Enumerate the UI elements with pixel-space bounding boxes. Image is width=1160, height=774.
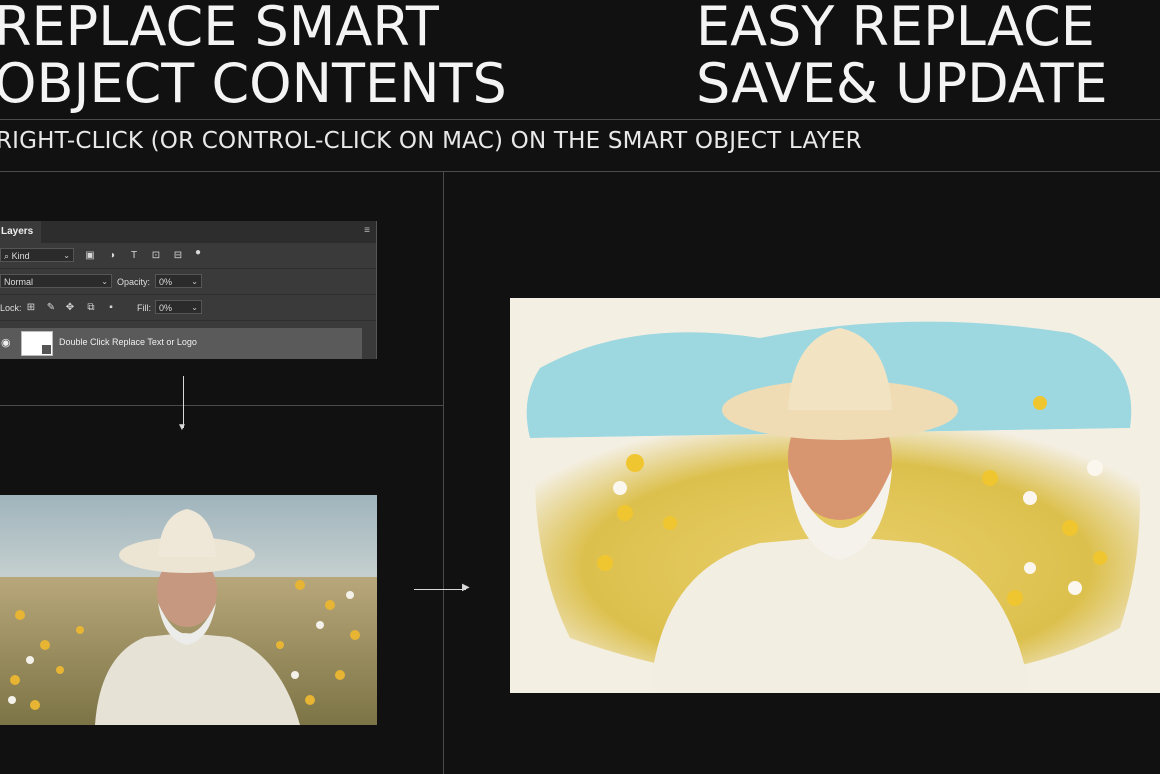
filter-row: ⌕ Kind ⌄ ▣ ◑ T ⊡ ⊟ ●	[0, 243, 376, 269]
top-divider	[0, 119, 1160, 120]
blend-mode-select[interactable]: Normal ⌄	[0, 274, 112, 288]
fill-input[interactable]: 0% ⌄	[155, 300, 202, 314]
lock-paint-icon[interactable]: ✎	[44, 301, 58, 315]
eye-icon[interactable]: ◉	[1, 336, 11, 349]
headline-right-line-1: EASY REPLACE	[696, 0, 1095, 58]
chevron-down-icon: ⌄	[101, 277, 108, 286]
lock-row: Lock: ⊞ ✎ ✥ ⧉ ▪ Fill: 0% ⌄	[0, 295, 376, 321]
opacity-input[interactable]: 0% ⌄	[155, 274, 202, 288]
arrow-right-line	[414, 589, 466, 590]
smart-object-filter-icon[interactable]: ⊟	[171, 249, 185, 263]
blend-row: Normal ⌄ Opacity: 0% ⌄	[0, 269, 376, 295]
headline-left-line-1: REPLACE SMART	[0, 0, 439, 58]
opacity-value: 0%	[159, 277, 173, 287]
kind-filter-value: Kind	[11, 251, 30, 261]
lock-transparent-icon[interactable]: ⊞	[24, 301, 38, 315]
fill-label: Fill:	[137, 303, 151, 313]
arrow-down-line	[183, 376, 184, 428]
chevron-down-icon: ⌄	[191, 277, 198, 286]
lock-all-icon[interactable]: ▪	[104, 301, 118, 315]
lock-position-icon[interactable]: ✥	[63, 301, 77, 315]
arrow-down-icon: ▼	[177, 422, 187, 433]
original-photo	[0, 495, 377, 725]
instruction-subtitle: RIGHT-CLICK (OR CONTROL-CLICK ON MAC) ON…	[0, 128, 862, 154]
layers-tab-bar: Layers ≡	[0, 221, 376, 243]
lock-artboard-icon[interactable]: ⧉	[84, 301, 98, 315]
opacity-label: Opacity:	[117, 277, 151, 287]
headline-replace-smart-object: REPLACE SMART OBJECT CONTENTS	[0, 0, 507, 112]
arrow-right-icon: ▶	[462, 582, 470, 593]
panel-menu-icon[interactable]: ≡	[364, 226, 370, 236]
layer-name[interactable]: Double Click Replace Text or Logo	[59, 337, 197, 347]
type-filter-icon[interactable]: T	[127, 249, 141, 263]
watercolor-result-photo	[510, 298, 1160, 693]
smart-object-layer-row[interactable]: ◉ Double Click Replace Text or Logo	[0, 328, 362, 359]
vertical-divider	[443, 171, 444, 774]
layers-panel: Layers ≡ ⌕ Kind ⌄ ▣ ◑ T ⊡ ⊟ ● Normal ⌄ O…	[0, 221, 377, 359]
kind-filter-select[interactable]: ⌕ Kind ⌄	[0, 248, 74, 262]
subtitle-divider	[0, 171, 1160, 172]
chevron-down-icon: ⌄	[63, 251, 70, 260]
tab-layers[interactable]: Layers	[0, 221, 42, 243]
headline-easy-replace: EASY REPLACE SAVE& UPDATE	[696, 0, 1108, 112]
left-mid-divider	[0, 405, 443, 406]
headline-left-line-2: OBJECT CONTENTS	[0, 52, 507, 115]
smart-object-badge-icon	[42, 345, 51, 354]
headline-right-line-2: SAVE& UPDATE	[696, 52, 1108, 115]
lock-label: Lock:	[0, 303, 22, 313]
filter-toggle-icon[interactable]: ●	[191, 246, 205, 260]
image-filter-icon[interactable]: ▣	[83, 249, 97, 263]
smart-object-thumbnail[interactable]	[21, 331, 53, 356]
adjustment-filter-icon[interactable]: ◑	[105, 249, 119, 263]
chevron-down-icon: ⌄	[191, 303, 198, 312]
shape-filter-icon[interactable]: ⊡	[149, 249, 163, 263]
blend-mode-value: Normal	[4, 277, 34, 287]
fill-value: 0%	[159, 303, 173, 313]
search-icon: ⌕	[4, 251, 10, 261]
